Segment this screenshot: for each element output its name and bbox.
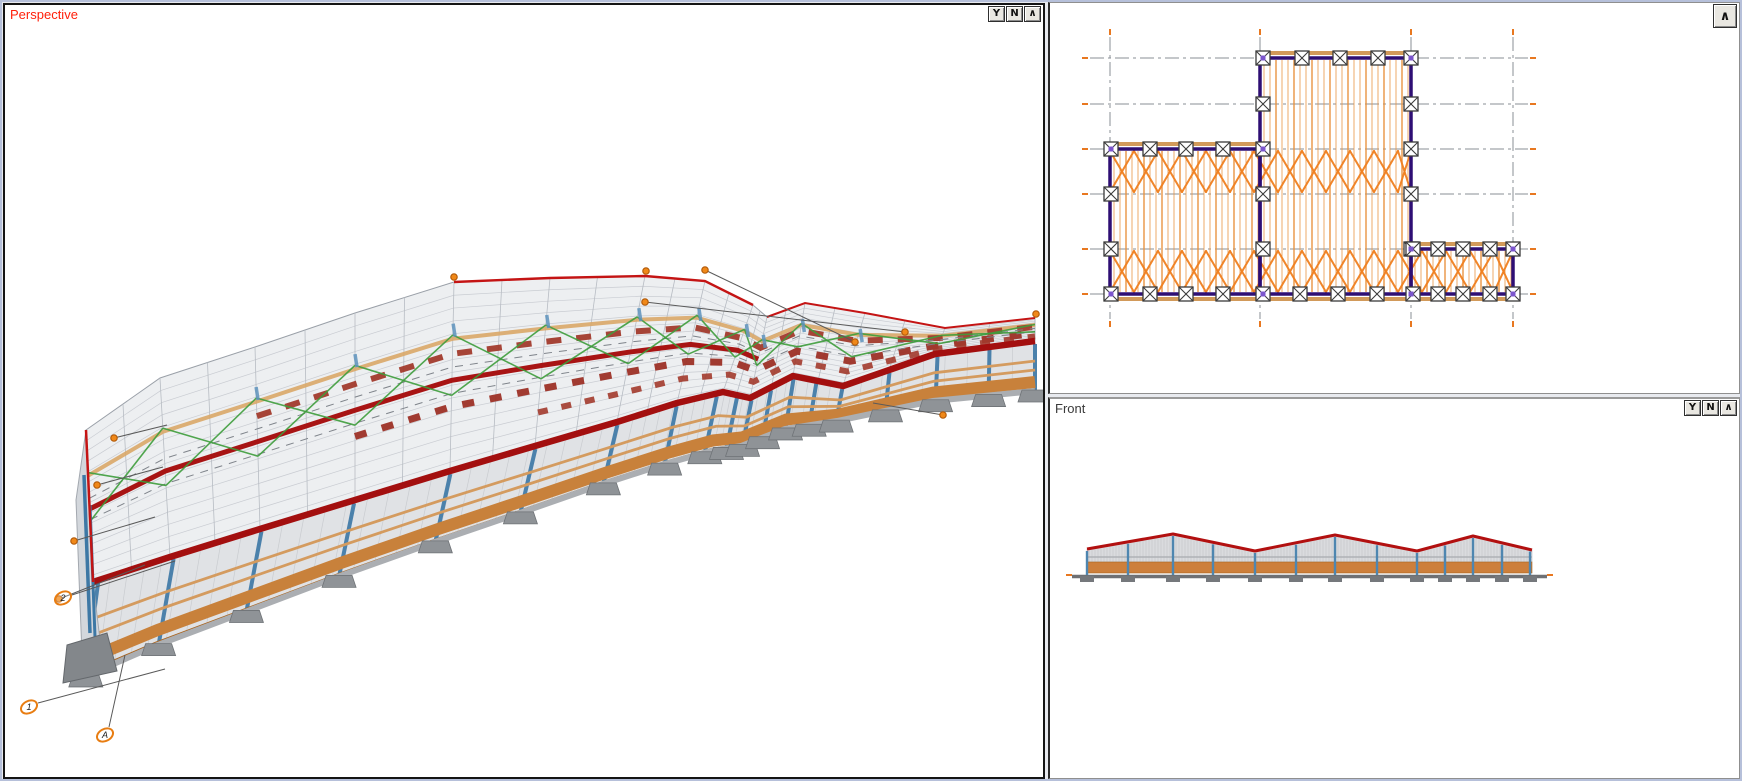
front-view-n-button[interactable]: N [1702, 400, 1719, 416]
viewport-perspective[interactable]: Perspective Y N ∧ 2 1 A [3, 3, 1045, 779]
viewport-title-perspective: Perspective [10, 7, 78, 22]
perspective-3d-model[interactable]: 2 1 A [5, 5, 1043, 777]
plan-view-up-button[interactable]: ∧ [1713, 4, 1737, 28]
viewport-title-front: Front [1055, 401, 1085, 416]
viewport-plan[interactable]: ∧ [1048, 2, 1740, 394]
perspective-view-y-button[interactable]: Y [988, 6, 1005, 22]
axis-balloon-label: 2 [59, 593, 65, 603]
front-view-up-button[interactable]: ∧ [1720, 400, 1737, 416]
perspective-viewport-controls: Y N ∧ [988, 6, 1041, 22]
app-window: Perspective Y N ∧ 2 1 A ∧ Front Y N ∧ [0, 0, 1742, 781]
front-view-y-button[interactable]: Y [1684, 400, 1701, 416]
plan-viewport-controls: ∧ [1713, 4, 1737, 28]
axis-balloon-label: 1 [26, 702, 31, 712]
axis-balloon-label: A [101, 730, 108, 740]
plan-2d-drawing[interactable] [1050, 3, 1739, 393]
perspective-view-up-button[interactable]: ∧ [1024, 6, 1041, 22]
viewport-front[interactable]: Front Y N ∧ [1048, 397, 1740, 779]
front-elevation-drawing[interactable] [1050, 399, 1739, 778]
perspective-view-n-button[interactable]: N [1006, 6, 1023, 22]
front-viewport-controls: Y N ∧ [1684, 400, 1737, 416]
